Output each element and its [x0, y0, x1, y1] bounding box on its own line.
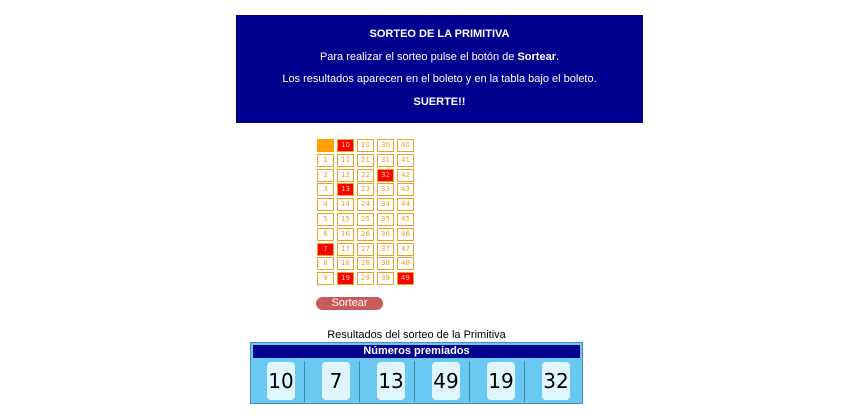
- instruction-suffix: .: [555, 51, 560, 63]
- ticket-cell: 43: [397, 183, 414, 197]
- ticket-cell: 1: [317, 153, 334, 167]
- ticket-cell: 6: [317, 227, 334, 241]
- ticket-cell: 27: [357, 242, 374, 256]
- ticket-cell: 35: [377, 212, 394, 226]
- result-slot: 49: [418, 361, 470, 402]
- ticket-cell: 18: [337, 257, 354, 271]
- ticket-cell: 29: [357, 272, 374, 286]
- ticket-cell: 36: [377, 227, 394, 241]
- ticket-row: 8 18 28 38 48: [317, 256, 417, 271]
- instruction-button-name: Sortear: [517, 51, 556, 63]
- ticket-cell: 49: [397, 272, 414, 286]
- ticket-row: 7 17 27 37 47: [317, 242, 417, 257]
- ticket-cell: 48: [397, 257, 414, 271]
- ticket-cell: 11: [337, 153, 354, 167]
- ticket-cell: 31: [377, 153, 394, 167]
- ticket-row: 1 11 21 31 41: [317, 153, 417, 168]
- winning-number: 7: [322, 362, 350, 400]
- banner-good-luck: SUERTE!!: [413, 96, 466, 108]
- ticket-cell: 33: [377, 183, 394, 197]
- ticket-cell: 45: [397, 212, 414, 226]
- ticket-row: 9 19 29 39 49: [317, 271, 417, 286]
- results-caption: Resultados del sorteo de la Primitiva: [327, 329, 506, 341]
- result-slot: 19: [473, 361, 525, 402]
- ticket-cell: 4: [317, 198, 334, 212]
- ticket-cell: 23: [357, 183, 374, 197]
- ticket-cell: 28: [357, 257, 374, 271]
- ticket-row: 10 20 30 40: [317, 138, 417, 153]
- banner-title: SORTEO DE LA PRIMITIVA: [369, 28, 510, 40]
- ticket-cell: 20: [357, 139, 374, 152]
- ticket-cell: 22: [357, 168, 374, 182]
- ticket-cell: 25: [357, 212, 374, 226]
- results-table: Números premiados 10 7 13 49 19 32: [250, 342, 583, 404]
- ticket-cell: 17: [337, 242, 354, 256]
- ticket-cell: 38: [377, 257, 394, 271]
- ticket-cell: 10: [337, 139, 354, 152]
- ticket-cell: 42: [397, 168, 414, 182]
- ticket-cell: 14: [337, 198, 354, 212]
- ticket-cell: 12: [337, 168, 354, 182]
- ticket-cell: 16: [337, 227, 354, 241]
- banner-results-note: Los resultados aparecen en el boleto y e…: [282, 73, 597, 85]
- result-slot: 13: [363, 361, 415, 402]
- result-slot: 10: [253, 361, 305, 402]
- winning-number: 10: [267, 362, 295, 400]
- ticket-cell: 7: [317, 242, 334, 256]
- banner-instruction: Para realizar el sorteo pulse el botón d…: [236, 51, 643, 63]
- ticket-cell: 5: [317, 212, 334, 226]
- ticket-cell: 37: [377, 242, 394, 256]
- results-header: Números premiados: [253, 345, 580, 358]
- ticket-row: 5 15 25 35 45: [317, 212, 417, 227]
- ticket-cell: 46: [397, 227, 414, 241]
- ticket-cell: 15: [337, 212, 354, 226]
- draw-button[interactable]: Sortear: [316, 297, 383, 310]
- winning-number: 19: [487, 362, 515, 400]
- ticket-cell: 47: [397, 242, 414, 256]
- ticket-cell: 3: [317, 183, 334, 197]
- ticket-cell: 34: [377, 198, 394, 212]
- ticket-cell: 40: [397, 139, 414, 152]
- ticket-row: 2 12 22 32 42: [317, 168, 417, 183]
- ticket-row: 4 14 24 34 44: [317, 197, 417, 212]
- ticket-cell: 26: [357, 227, 374, 241]
- ticket-cell: 24: [357, 198, 374, 212]
- ticket-cell: 2: [317, 168, 334, 182]
- ticket-cell: 32: [377, 168, 394, 182]
- ticket-cell: 9: [317, 272, 334, 286]
- result-slot: 32: [528, 361, 580, 402]
- ticket-cell: 41: [397, 153, 414, 167]
- result-slot: 7: [308, 361, 360, 402]
- ticket-cell: 19: [337, 272, 354, 286]
- ticket-row: 6 16 26 36 46: [317, 227, 417, 242]
- ticket-cell: 21: [357, 153, 374, 167]
- ticket-cell: 13: [337, 183, 354, 197]
- info-banner: SORTEO DE LA PRIMITIVA Para realizar el …: [236, 15, 643, 123]
- ticket-row: 3 13 23 33 43: [317, 182, 417, 197]
- ticket-cell: 44: [397, 198, 414, 212]
- ticket-cell: 39: [377, 272, 394, 286]
- ticket-cell: 30: [377, 139, 394, 152]
- lottery-ticket: 10 20 30 40 1 11 21 31 41 2 12 22 32 42 3 13 23 33 43 4 14 24…: [317, 138, 417, 286]
- winning-number: 32: [542, 362, 570, 400]
- winning-number: 49: [432, 362, 460, 400]
- ticket-cell: 8: [317, 257, 334, 271]
- instruction-prefix: Para realizar el sorteo pulse el botón d…: [319, 51, 518, 63]
- winning-number: 13: [377, 362, 405, 400]
- ticket-cell-empty: [317, 139, 334, 152]
